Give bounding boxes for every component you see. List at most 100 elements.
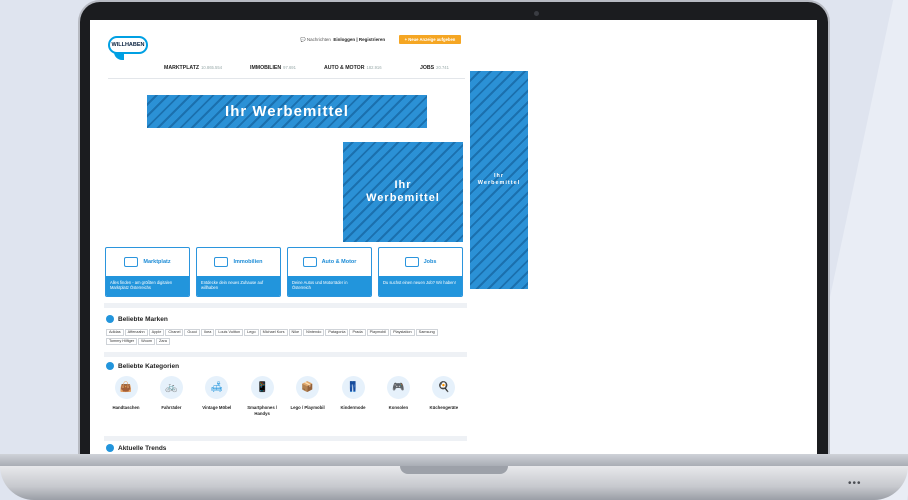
brand-tag[interactable]: Prada [349,329,366,336]
brand-tag[interactable]: Michael Kors [259,329,288,336]
section-divider [104,436,467,441]
heart-icon [106,444,114,452]
card-jobs[interactable]: Jobs Du suchst einen neuen Job? Wir habe… [378,247,463,297]
overalls-icon: 👖 [341,376,365,399]
brand-tag[interactable]: Ikea [201,329,215,336]
brand-tag[interactable]: Adidas [106,329,124,336]
brands-title: Beliebte Marken [118,315,168,323]
nav-label: JOBS [420,65,435,71]
category-list: 👜 Handtaschen 🚲 Fahrräder 🛋 Vintage Möbel 📱 Sma… [104,376,467,436]
brand-tag[interactable]: Playmobil [366,329,390,336]
categories-heading: Beliebte Kategorien [106,362,179,370]
kitchen-appliance-icon: 🍳 [432,376,456,399]
card-head: Immobilien [197,248,280,276]
marketplace-icon [124,257,139,267]
nav-item-auto-motor[interactable]: AUTO & MOTOR 182.916 [324,65,382,71]
post-ad-button[interactable]: + Neue Anzeige aufgeben [399,35,461,44]
brand-tag[interactable]: Apple [148,329,165,336]
bicycle-icon: 🚲 [159,376,183,399]
card-description: Du suchst einen neuen Job? Wir haben! [379,276,462,296]
card-head: Jobs [379,248,462,276]
car-icon [302,257,317,267]
category-label: Küchengeräte [429,405,459,410]
brand-tag[interactable]: Louis Vuitton [215,329,244,336]
category-label: Fahrräder [161,405,182,410]
category-label: Smartphones / Handys [247,405,278,416]
brand-tag[interactable]: Zara [156,338,170,345]
top-banner-ad[interactable]: Ihr Werbemittel [147,95,427,128]
trends-heading: Aktuelle Trends [106,444,166,452]
base-edge [0,454,908,466]
logo-text: WILLHABEN [111,42,145,48]
nav-count: 182.916 [366,65,382,70]
brand-tag[interactable]: Lego [244,329,259,336]
brands-heading: Beliebte Marken [106,315,168,323]
section-divider [104,303,467,308]
gamepad-icon: 🎮 [386,376,410,399]
brand-tag[interactable]: Patagonia [325,329,349,336]
brand-tag[interactable]: Tommy Hilfiger [106,338,138,345]
nav-item-jobs[interactable]: JOBS 20.741 [420,65,449,71]
category-item[interactable]: 🎮 Konsolen [376,376,420,411]
laptop-screen: WILLHABEN 💬 Nachrichten Einloggen | Regi… [90,20,817,454]
indicator-lights-icon: ••• [848,478,862,489]
card-auto-motor[interactable]: Auto & Motor Deine Autos und Motorräder … [287,247,372,297]
square-ad[interactable]: Ihr Werbemittel [343,142,463,242]
category-item[interactable]: 👜 Handtaschen [104,376,148,411]
category-cards: Marktplatz Alles finden - am größten dig… [105,247,463,297]
category-item[interactable]: 🚲 Fahrräder [149,376,193,411]
top-navigation: 💬 Nachrichten Einloggen | Registrieren [300,37,385,43]
nav-count: 20.741 [436,65,449,70]
card-head: Auto & Motor [288,248,371,276]
house-icon [214,257,229,267]
brand-tag[interactable]: Playstation [390,329,415,336]
card-title: Marktplatz [143,259,171,265]
handbag-icon: 👜 [114,376,138,399]
card-title: Immobilien [233,259,263,265]
category-item[interactable]: 📦 Lego / Playmobil [286,376,330,411]
brand-tag[interactable]: Chanel [165,329,184,336]
nav-count: 97.691 [283,65,296,70]
card-description: Deine Autos und Motorräder in Österreich [288,276,371,296]
brand-tag[interactable]: Affenzahn [124,329,148,336]
category-label: Konsolen [388,405,409,410]
category-label: Handtaschen [112,405,140,410]
nav-item-immobilien[interactable]: IMMOBILIEN 97.691 [250,65,296,71]
brand-tag[interactable]: Samsung [415,329,438,336]
card-title: Auto & Motor [321,259,357,265]
camera-icon [534,11,539,16]
section-divider [104,352,467,357]
category-item[interactable]: 🍳 Küchengeräte [422,376,466,411]
nav-item-marktplatz[interactable]: MARKTPLATZ 10.865.554 [164,65,222,71]
laptop-base: ••• [0,454,908,500]
nav-count: 10.865.554 [201,65,223,70]
card-immobilien[interactable]: Immobilien Entdecke dein neues Zuhause a… [196,247,281,297]
categories-title: Beliebte Kategorien [118,362,180,370]
card-marktplatz[interactable]: Marktplatz Alles finden - am größten dig… [105,247,190,297]
login-link[interactable]: Einloggen | Registrieren [333,37,385,42]
website-page: WILLHABEN 💬 Nachrichten Einloggen | Regi… [104,30,467,454]
brand-tag[interactable]: Nintendo [303,329,325,336]
people-icon [404,257,419,267]
sofa-icon: 🛋 [205,376,229,399]
logo-tail [114,52,124,60]
category-item[interactable]: 📱 Smartphones / Handys [240,376,284,416]
card-description: Alles finden - am größten digitalen Mark… [106,276,189,296]
card-head: Marktplatz [106,248,189,276]
grid-icon [106,362,114,370]
trends-title: Aktuelle Trends [118,444,167,452]
category-item[interactable]: 👖 Kindermode [331,376,375,411]
skyscraper-ad[interactable]: Ihr Werbemittel [470,71,528,289]
brand-tag[interactable]: Nike [288,329,303,336]
nav-label: IMMOBILIEN [250,65,282,71]
messages-link[interactable]: 💬 Nachrichten [300,37,331,42]
base-notch [400,466,508,474]
category-item[interactable]: 🛋 Vintage Möbel [195,376,239,411]
brand-tag[interactable]: Woom [138,338,156,345]
nav-label: MARKTPLATZ [164,65,200,71]
brand-tag[interactable]: Gucci [184,329,201,336]
card-title: Jobs [423,259,437,265]
divider [108,78,465,79]
tag-icon [106,315,114,323]
category-label: Kindermode [340,405,366,410]
